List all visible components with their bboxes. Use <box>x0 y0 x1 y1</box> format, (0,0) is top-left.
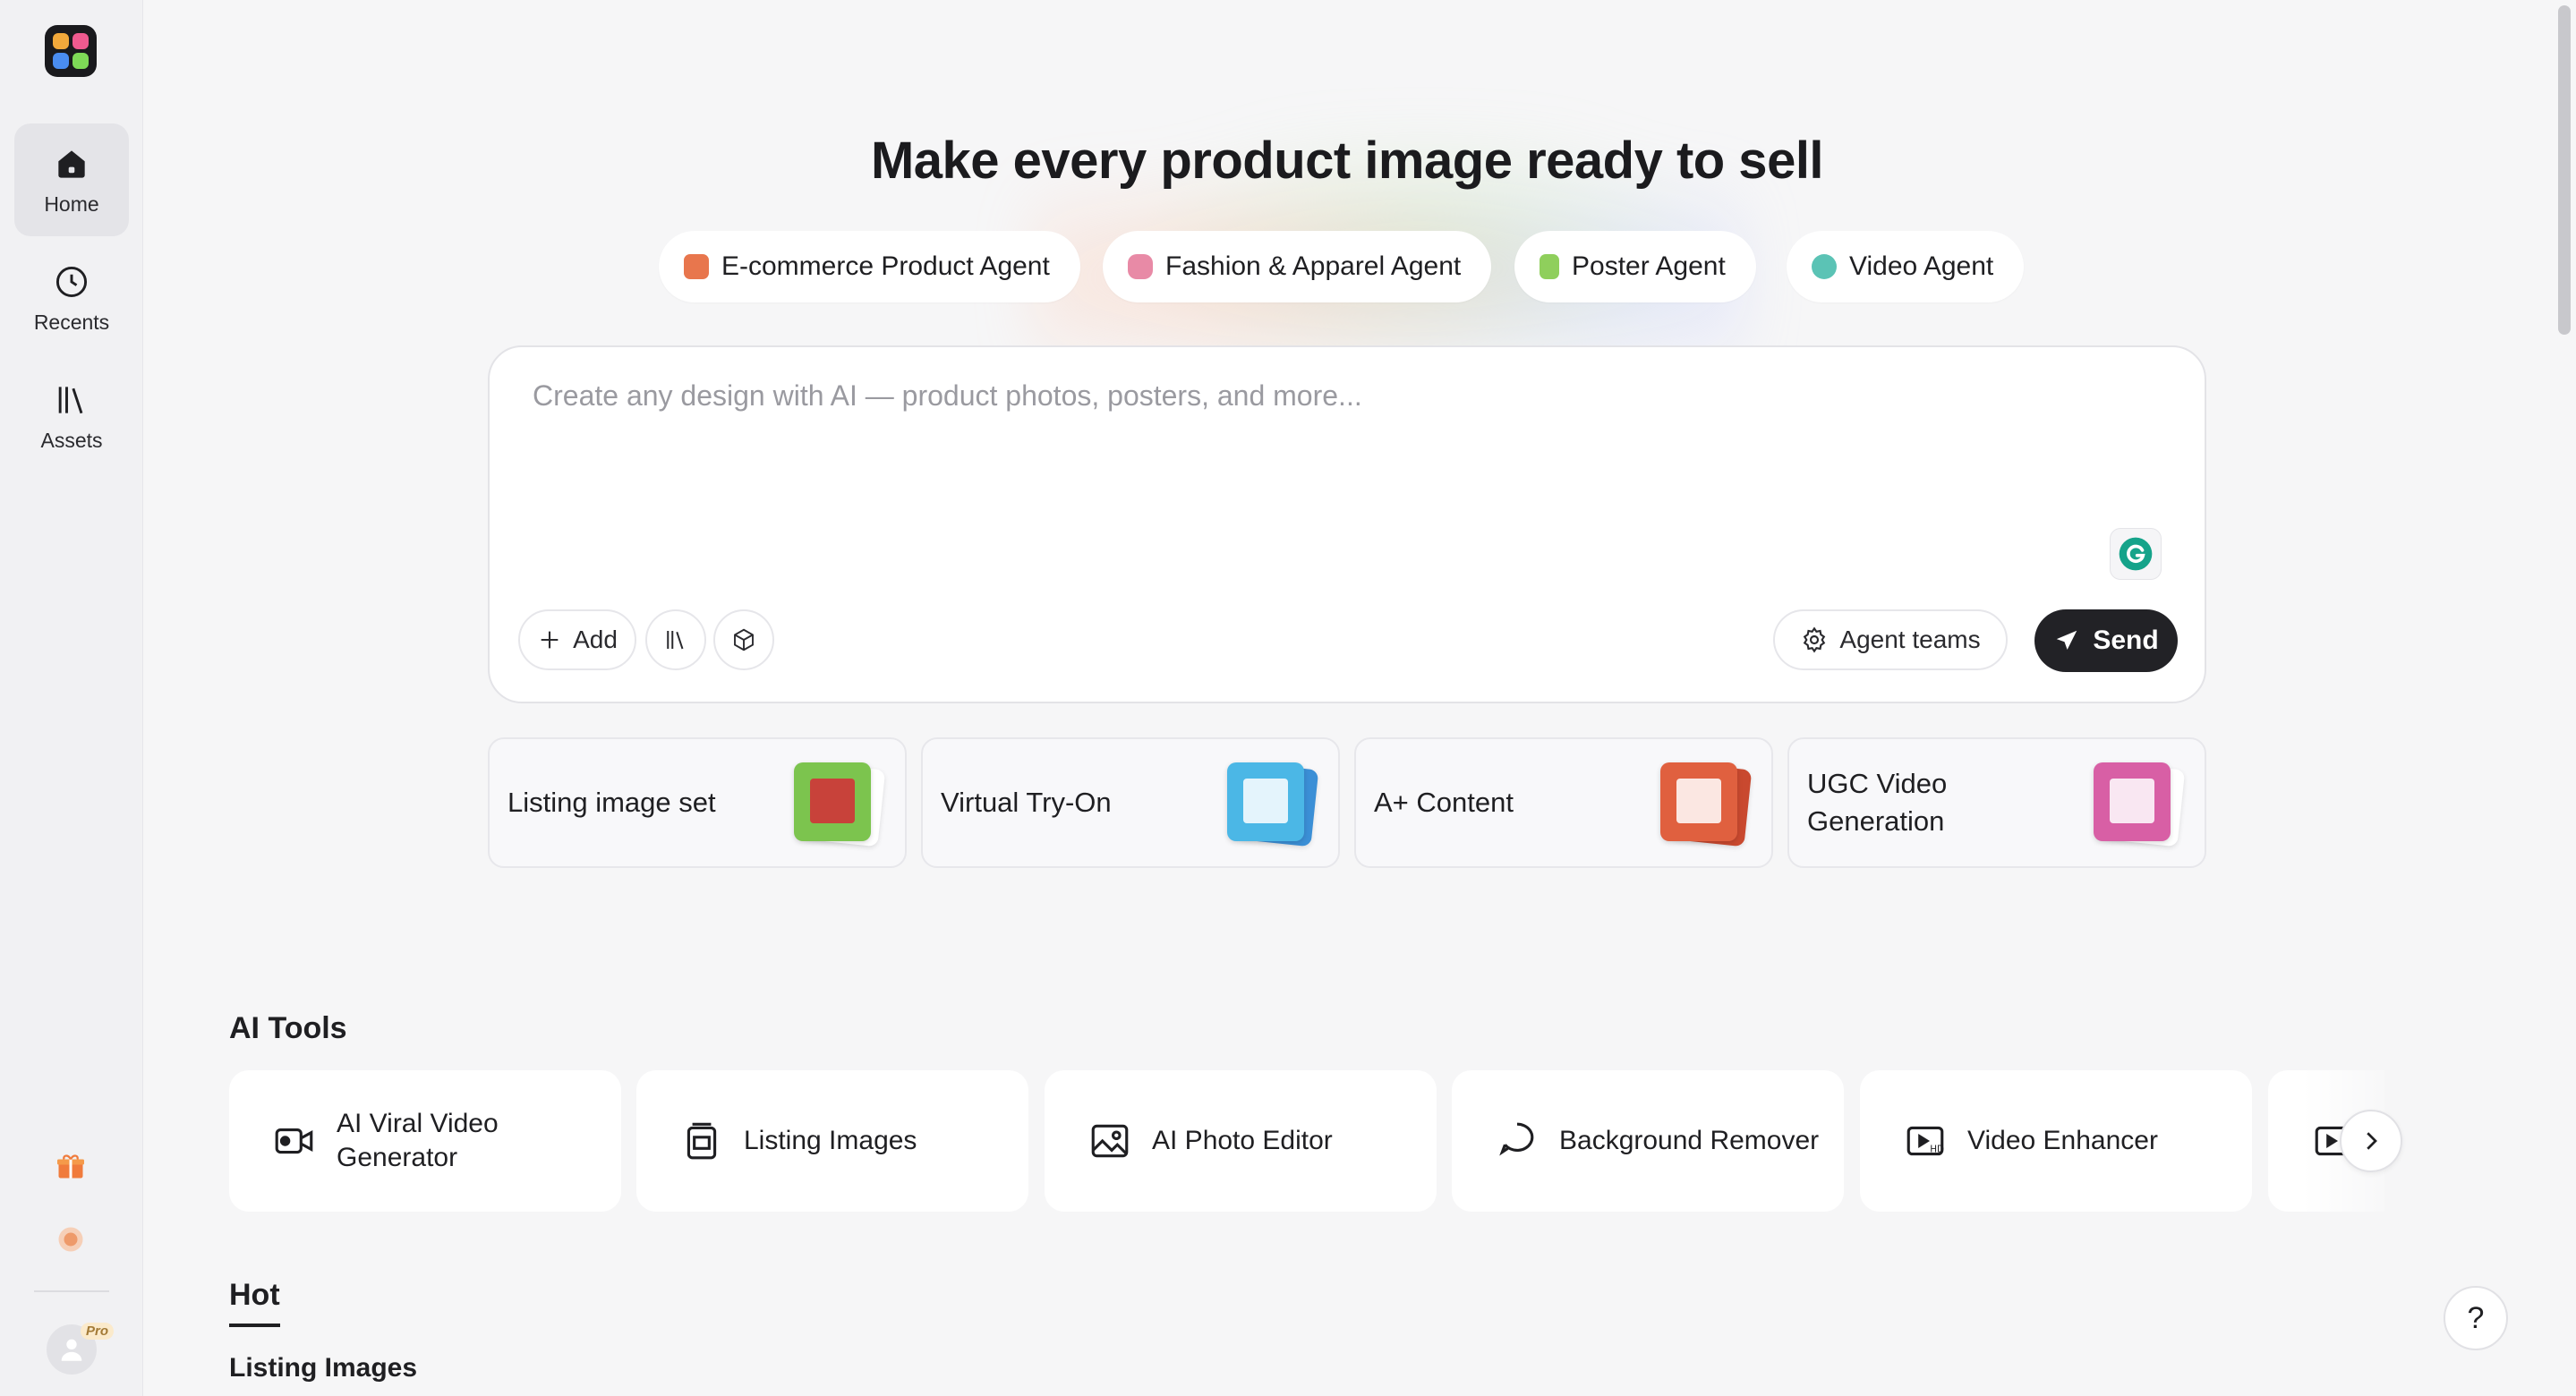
svg-text:HD: HD <box>1930 1145 1944 1155</box>
ai-tool-photo-editor[interactable]: AI Photo Editor <box>1045 1070 1437 1212</box>
ai-tool-viral-video[interactable]: AI Viral Video Generator <box>229 1070 621 1212</box>
quick-card-label: A+ Content <box>1374 787 1514 818</box>
add-button-label: Add <box>573 626 618 653</box>
ai-tool-video-enhancer[interactable]: HD Video Enhancer <box>1860 1070 2252 1212</box>
quick-card-label: Virtual Try-On <box>941 787 1112 818</box>
agent-chip-label: Video Agent <box>1849 251 1994 281</box>
agent-chip-ecommerce[interactable]: E-commerce Product Agent <box>659 231 1080 302</box>
sidebar-item-home[interactable]: Home <box>14 123 129 236</box>
app-logo[interactable] <box>45 25 97 77</box>
tab-hot[interactable]: Hot <box>229 1278 280 1327</box>
sidebar-item-assets[interactable]: Assets <box>14 360 129 472</box>
plus-icon <box>541 631 559 649</box>
ai-tool-label: Video Enhancer <box>1967 1126 2158 1155</box>
model-button[interactable] <box>713 609 774 670</box>
quick-card-label: UGC Video Generation <box>1807 768 1948 837</box>
hd-video-icon: HD <box>1906 1126 1944 1156</box>
poster-icon <box>1540 254 1559 279</box>
sidebar-item-label: Recents <box>33 310 110 334</box>
agent-teams-button[interactable]: Agent teams <box>1773 609 2008 670</box>
library-button[interactable] <box>645 609 706 670</box>
gift-icon[interactable] <box>50 1145 91 1187</box>
quick-card-thumbnail <box>794 762 886 847</box>
clock-icon <box>55 266 88 297</box>
agent-chip-poster[interactable]: Poster Agent <box>1514 231 1756 302</box>
agent-teams-label: Agent teams <box>1839 626 1981 653</box>
library-icon <box>667 631 684 650</box>
quick-card-thumbnail <box>1660 762 1753 847</box>
sidebar-item-label: Home <box>44 192 99 216</box>
photo-icon <box>1091 1124 1129 1158</box>
agent-chip-video[interactable]: Video Agent <box>1787 231 2025 302</box>
quick-card-listing-image-set[interactable]: Listing image set <box>488 737 907 868</box>
ai-tools-title: AI Tools <box>229 1011 347 1045</box>
scrollbar-thumb[interactable] <box>2558 5 2571 335</box>
video-camera-icon <box>275 1128 313 1154</box>
credits-icon[interactable] <box>50 1219 91 1260</box>
chevron-right-icon <box>2367 1132 2377 1150</box>
sidebar-divider <box>34 1290 109 1292</box>
quick-card-virtual-try-on[interactable]: Virtual Try-On <box>921 737 1340 868</box>
quick-card-a-plus-content[interactable]: A+ Content <box>1354 737 1773 868</box>
sidebar-item-label: Assets <box>40 428 103 452</box>
page-title: Make every product image ready to sell <box>870 132 1824 190</box>
shirt-icon <box>1128 254 1153 279</box>
sofa-icon <box>684 254 709 279</box>
cube-icon <box>734 628 754 651</box>
agent-chip-fashion[interactable]: Fashion & Apparel Agent <box>1103 231 1492 302</box>
agent-chip-label: Fashion & Apparel Agent <box>1165 251 1462 281</box>
pro-badge: Pro <box>81 1323 115 1340</box>
prompt-box: Add Agent teams Send <box>488 345 2206 703</box>
sidebar-item-recents[interactable]: Recents <box>14 242 129 354</box>
add-button[interactable]: Add <box>518 609 636 670</box>
send-button-label: Send <box>2093 626 2159 655</box>
send-icon <box>2057 630 2077 650</box>
play-icon <box>1812 254 1837 279</box>
hot-subtitle: Listing Images <box>229 1353 418 1383</box>
lasso-icon <box>1499 1122 1534 1156</box>
quick-card-label: Listing image set <box>508 787 716 818</box>
prompt-input[interactable] <box>533 379 2162 558</box>
carousel-next-button[interactable] <box>2340 1110 2402 1172</box>
agent-chip-label: E-commerce Product Agent <box>721 251 1050 281</box>
ai-tool-label: AI Viral Video Generator <box>337 1109 499 1172</box>
help-button[interactable]: ? <box>2444 1286 2508 1350</box>
grammarly-icon[interactable] <box>2110 528 2162 580</box>
quick-card-ugc-video[interactable]: UGC Video Generation <box>1787 737 2206 868</box>
gear-icon <box>1804 626 1826 653</box>
ai-tool-listing-images[interactable]: Listing Images <box>636 1070 1028 1212</box>
image-stack-icon <box>687 1122 717 1160</box>
quick-card-thumbnail <box>1227 762 1319 847</box>
home-icon <box>58 149 85 178</box>
ai-tool-label: Listing Images <box>744 1126 917 1155</box>
library-icon <box>58 386 83 413</box>
send-button[interactable]: Send <box>2034 609 2178 672</box>
quick-card-thumbnail <box>2094 762 2186 847</box>
ai-tool-label: Background Remover <box>1559 1126 1820 1155</box>
sidebar: Home Recents Assets Pro <box>0 0 143 1396</box>
ai-tool-background-remover[interactable]: Background Remover <box>1452 1070 1844 1212</box>
ai-tool-label: AI Photo Editor <box>1152 1126 1333 1155</box>
agent-chip-label: Poster Agent <box>1572 251 1726 281</box>
